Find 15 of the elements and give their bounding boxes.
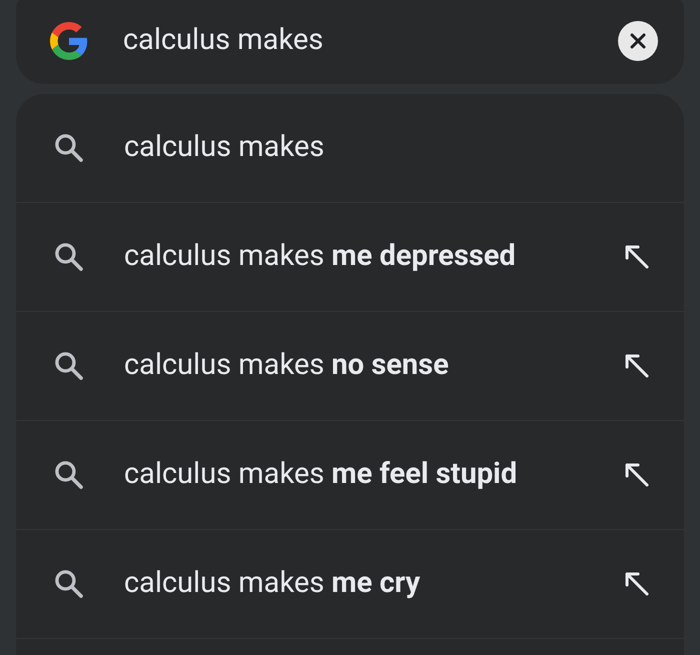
search-text: calculus makes: [123, 22, 324, 60]
suggestion-text: calculus makes: [124, 129, 326, 166]
suggestion-item[interactable]: calculus makes no sense: [16, 312, 684, 421]
suggestion-item[interactable]: calculus makes me feel stupid: [16, 421, 684, 530]
search-bar[interactable]: calculus makes: [16, 0, 684, 84]
close-icon: [628, 31, 648, 51]
suggestion-item[interactable]: calculus makes me depressed: [16, 203, 684, 312]
clear-button[interactable]: [618, 21, 658, 61]
suggestion-text: calculus makes no sense: [124, 347, 450, 384]
suggestion-text: calculus makes me cry: [124, 565, 422, 602]
suggestion-item[interactable]: calculus makes: [16, 94, 684, 203]
google-logo-icon: [50, 22, 88, 60]
suggestion-item[interactable]: calculus makes me cry: [16, 530, 684, 639]
suggestion-text: calculus makes me feel stupid: [124, 456, 518, 494]
suggestion-text: calculus makes me depressed: [124, 238, 517, 276]
